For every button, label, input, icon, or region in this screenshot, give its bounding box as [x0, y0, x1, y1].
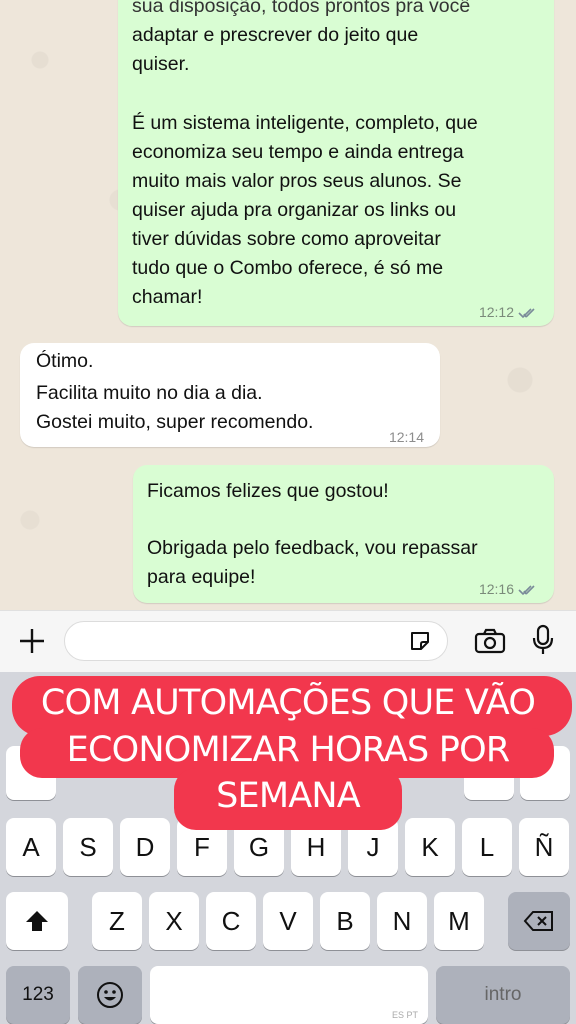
backspace-icon — [523, 911, 553, 931]
message-line: Ficamos felizes que gostou! — [147, 480, 389, 502]
message-time: 12:14 — [388, 429, 424, 445]
message-composer — [0, 610, 576, 673]
message-meta: 12:12 — [479, 298, 540, 327]
key-n[interactable]: N — [377, 892, 427, 950]
space-key[interactable]: ES PT — [150, 966, 428, 1024]
sticker-icon[interactable] — [408, 629, 432, 653]
chat-area[interactable]: sua disposição, todos prontos pra você a… — [0, 0, 576, 610]
overlay-line-3: SEMANA — [216, 776, 361, 816]
key-l[interactable]: L — [462, 818, 512, 876]
message-meta: 12:14 — [389, 423, 424, 452]
shift-icon — [26, 911, 48, 931]
message-line: Obrigada pelo feedback, vou repassar — [147, 537, 478, 559]
message-line: sua disposição, todos prontos pra você — [132, 0, 471, 17]
message-meta: 12:16 — [479, 575, 540, 604]
key-x[interactable]: X — [149, 892, 199, 950]
space-language-hint: ES PT — [391, 1010, 418, 1020]
backspace-key[interactable] — [508, 892, 570, 950]
overlay-line-1: COM AUTOMAÇÕES QUE VÃO — [40, 683, 536, 723]
key-b[interactable]: B — [320, 892, 370, 950]
shift-key[interactable] — [6, 892, 68, 950]
message-line: para equipe! — [147, 566, 256, 588]
emoji-icon — [97, 982, 123, 1008]
numbers-key[interactable]: 123 — [6, 966, 70, 1024]
mic-icon[interactable] — [532, 624, 554, 656]
message-bubble-outgoing[interactable]: Ficamos felizes que gostou! Obrigada pel… — [133, 465, 554, 603]
key-a[interactable]: A — [6, 818, 56, 876]
message-line: Gostei muito, super recomendo. — [36, 411, 314, 433]
key-d[interactable]: D — [120, 818, 170, 876]
read-ticks-icon — [518, 584, 535, 595]
message-bubble-outgoing[interactable]: sua disposição, todos prontos pra você a… — [118, 0, 554, 326]
message-line: economiza seu tempo e ainda entrega — [132, 141, 464, 163]
message-line: Ótimo. — [36, 350, 94, 372]
message-line: adaptar e prescrever do jeito que — [132, 24, 419, 46]
message-line: muito mais valor pros seus alunos. Se — [132, 170, 462, 192]
message-line: tudo que o Combo oferece, é só me — [132, 257, 444, 279]
return-key[interactable]: intro — [436, 966, 570, 1024]
key-s[interactable]: S — [63, 818, 113, 876]
key-k[interactable]: K — [405, 818, 455, 876]
emoji-key[interactable] — [78, 966, 142, 1024]
overlay-line-2: ECONOMIZAR HORAS POR — [66, 730, 511, 770]
key-c[interactable]: C — [206, 892, 256, 950]
message-time: 12:12 — [478, 304, 514, 320]
message-line: Facilita muito no dia a dia. — [36, 382, 263, 404]
message-line: chamar! — [132, 286, 203, 308]
message-time: 12:16 — [478, 581, 514, 597]
key-v[interactable]: V — [263, 892, 313, 950]
camera-icon[interactable] — [474, 628, 506, 654]
message-line: tiver dúvidas sobre como aproveitar — [132, 228, 441, 250]
key-m[interactable]: M — [434, 892, 484, 950]
key-n-tilde[interactable]: Ñ — [519, 818, 569, 876]
message-line: É um sistema inteligente, completo, que — [132, 112, 478, 134]
key-z[interactable]: Z — [92, 892, 142, 950]
read-ticks-icon — [518, 307, 535, 318]
message-bubble-incoming[interactable]: Ótimo. Facilita muito no dia a dia. Gost… — [20, 343, 440, 447]
message-line: quiser ajuda pra organizar os links ou — [132, 199, 457, 221]
message-line: quiser. — [132, 53, 190, 75]
message-input[interactable] — [64, 621, 448, 661]
plus-icon[interactable] — [18, 627, 46, 655]
